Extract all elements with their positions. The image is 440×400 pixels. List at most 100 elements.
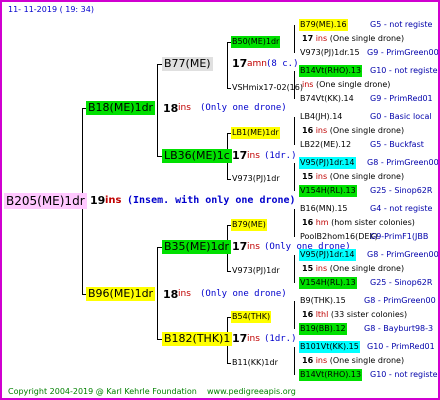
g4-queen[interactable]: LB4(JH).14 [299,111,343,123]
connector [157,247,158,339]
g3-note: (33 sister colonies) [330,310,408,319]
g4-position: G8 - PrimGreen00 [364,296,436,305]
root-ins: ins [105,195,122,206]
g2-note: (8 c.) [266,59,299,69]
g3-queen[interactable]: B50(ME)1dr [231,36,281,48]
g4-position: G8 - Bayburt98-3 [364,324,434,333]
g4-queen[interactable]: B101Vt(KK).15 [299,341,360,353]
connector [294,255,295,283]
g3-ins: ins [315,356,328,365]
root-year: 19 [90,194,106,207]
g3-queen[interactable]: V973(PJ)1dr [231,173,281,185]
g2-ins: ins [247,334,260,344]
g3-queen[interactable]: LB1(ME)1dr [231,127,280,139]
g4-queen[interactable]: V973(PJ)1dr.15 [299,47,361,59]
g3-year: 17 [302,34,314,43]
g3-mating: ins (One single drone) [302,79,390,91]
g4-position: G5 - not registe [370,20,433,29]
g3-queen[interactable]: B79(ME) [231,219,267,231]
g1-queen[interactable]: B18(ME)1dr [86,101,156,115]
g2-queen[interactable]: B77(ME) [162,57,213,71]
g1-note: (Only one drone) [200,103,287,113]
connector [294,163,295,191]
g4-queen[interactable]: V95(PJ)1dr.14 [299,157,356,169]
g4-queen[interactable]: B19(BB).12 [299,323,347,335]
connector [294,117,295,145]
g1-ins: ins [178,103,191,113]
g3-year: 16 [302,218,314,227]
g3-mating: 15 ins (One single drone) [302,171,404,183]
g3-queen[interactable]: VSHmix17-02(16) [231,82,304,94]
g3-year: 15 [302,264,314,273]
g4-queen[interactable]: B79(ME).16 [299,19,348,31]
g2-queen[interactable]: B182(THK)1 [162,332,233,346]
g4-position: G10 - PrimRed01 [367,342,435,351]
g3-mating: 15 ins (One single drone) [302,263,404,275]
g2-note: (1dr.) [264,334,297,344]
g3-queen[interactable]: B11(KK)1dr [231,357,279,369]
g4-position: G9-PrimF1(JBB [370,232,429,241]
date-stamp: 11- 11-2019 ( 19: 34) [8,5,94,14]
g4-position: G5 - Buckfast [370,140,424,149]
g3-mating: 16 ins (One single drone) [302,125,404,137]
g3-note: (One single drone) [329,356,405,365]
g3-year: 15 [302,172,314,181]
g4-position: G4 - not registe [370,204,433,213]
g3-ins: lthl [315,310,329,319]
g3-queen[interactable]: V973(PJ)1dr [231,265,281,277]
g4-position: G10 - not registe [370,370,438,379]
g4-position: G0 - Basic local [370,112,432,121]
g2-ins: amn [247,59,267,69]
g4-queen[interactable]: B16(MN).15 [299,203,349,215]
connector [294,209,295,237]
g1-year: 18 [163,102,179,115]
g2-queen[interactable]: B35(ME)1dr [162,240,232,254]
g2-year: 17 [232,57,248,70]
g4-position: G25 - Sinop62R [370,278,433,287]
g2-year: 17 [232,332,248,345]
g4-position: G9 - PrimRed01 [370,94,433,103]
g3-ins: ins [315,172,328,181]
g2-queen[interactable]: LB36(ME)1c [162,149,232,163]
g3-ins: ins [315,34,328,43]
g4-queen[interactable]: LB22(ME).12 [299,139,352,151]
g4-queen[interactable]: V154H(RL).13 [299,185,357,197]
g4-queen[interactable]: V95(PJ)1dr.14 [299,249,356,261]
g2-ins: ins [247,151,260,161]
g4-queen[interactable]: B14Vt(RHO).13 [299,65,363,77]
g4-queen[interactable]: B74Vt(KK).14 [299,93,355,105]
g3-ins: ins [315,264,328,273]
connector [157,64,158,156]
g4-queen[interactable]: V154H(RL).13 [299,277,357,289]
g3-queen[interactable]: B54(THK) [231,311,272,323]
g3-note: (One single drone) [329,34,405,43]
g2-year: 17 [232,240,248,253]
g3-note: (One single drone) [329,264,405,273]
g3-ins: hm [315,218,329,227]
connector [294,25,295,53]
g3-note: (hom sister colonies) [331,218,415,227]
g3-year: 16 [302,310,314,319]
g3-year: 16 [302,126,314,135]
g4-queen[interactable]: B9(THK).15 [299,295,347,307]
g1-ins: ins [178,289,191,299]
g2-year: 17 [232,149,248,162]
g4-position: G8 - PrimGreen00 [367,250,439,259]
g3-mating: 16 ins (One single drone) [302,355,404,367]
g2-note: (1dr.) [264,151,297,161]
g3-note: (One single drone) [316,80,391,89]
g1-year: 18 [163,288,179,301]
site-link[interactable]: www.pedigreeapis.org [207,387,296,396]
g4-position: G8 - PrimGreen00 [367,158,439,167]
g4-queen[interactable]: PoolB2hom16(DEK) [299,231,379,243]
copyright: Copyright 2004-2019 @ Karl Kehrle Founda… [8,387,197,396]
connector [294,347,295,375]
connector [294,301,295,329]
g3-mating: 17 ins (One single drone) [302,33,404,45]
root-queen[interactable]: B205(ME)1dr [4,193,87,209]
g3-ins: ins [302,80,314,89]
g3-ins: ins [315,126,328,135]
g4-queen[interactable]: B14Vt(RHO).13 [299,369,363,381]
g1-queen[interactable]: B96(ME)1dr [86,287,156,301]
connector [227,42,228,88]
